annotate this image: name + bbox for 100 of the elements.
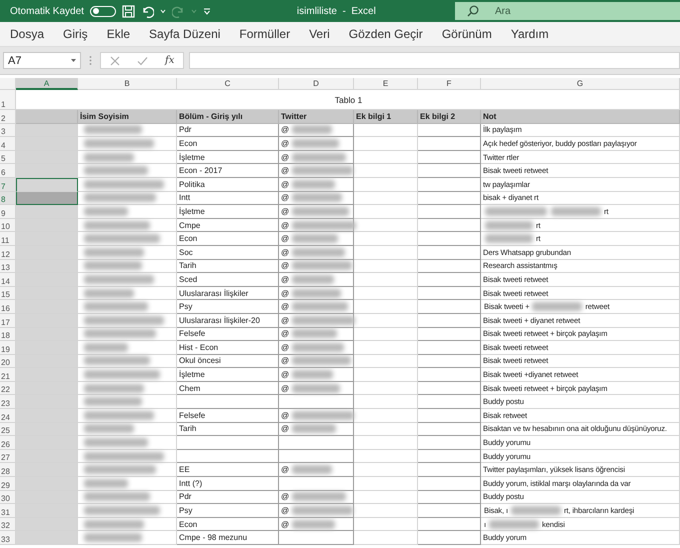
table-cell[interactable] bbox=[16, 192, 78, 206]
menu-tab[interactable]: Ekle bbox=[106, 27, 130, 41]
table-cell bbox=[354, 178, 418, 192]
table-cell: Pdr bbox=[179, 125, 192, 134]
row-header[interactable]: 17 bbox=[0, 314, 16, 328]
handle-prefix: @ bbox=[281, 261, 290, 270]
row-header[interactable]: 32 bbox=[0, 518, 16, 532]
table-cell[interactable] bbox=[16, 178, 78, 192]
column-header[interactable]: E bbox=[354, 78, 418, 90]
row-header[interactable]: 18 bbox=[0, 328, 16, 342]
handle-prefix: @ bbox=[281, 125, 290, 134]
row-header[interactable]: 12 bbox=[0, 246, 16, 260]
row-header[interactable]: 4 bbox=[0, 137, 16, 151]
row-header[interactable]: 7 bbox=[0, 178, 16, 192]
table-cell bbox=[354, 328, 418, 342]
row-header[interactable]: 22 bbox=[0, 382, 16, 396]
table-cell bbox=[418, 286, 481, 300]
table-cell: Econ bbox=[179, 520, 198, 529]
table-cell bbox=[354, 192, 418, 206]
handle-prefix: @ bbox=[281, 206, 290, 216]
select-all-corner[interactable] bbox=[0, 78, 16, 90]
table-cell: Uluslararası İlişkiler bbox=[179, 288, 248, 298]
grip-icon bbox=[89, 55, 92, 66]
handle-prefix: @ bbox=[281, 370, 290, 380]
row-header[interactable]: 20 bbox=[0, 354, 16, 368]
row-header[interactable]: 28 bbox=[0, 463, 16, 478]
row-header[interactable]: 13 bbox=[0, 260, 16, 274]
table-cell bbox=[354, 395, 418, 410]
menu-tab[interactable]: Formüller bbox=[239, 27, 290, 41]
table-cell bbox=[418, 463, 481, 478]
row-header[interactable]: 9 bbox=[0, 205, 16, 219]
row-header[interactable]: 14 bbox=[0, 273, 16, 287]
menu-tab[interactable]: Görünüm bbox=[442, 27, 492, 41]
row-header[interactable]: 33 bbox=[0, 531, 16, 545]
menu-tab[interactable]: Yardım bbox=[510, 27, 549, 41]
table-cell bbox=[354, 124, 418, 138]
table-cell bbox=[418, 531, 481, 545]
table-cell bbox=[354, 218, 418, 232]
table-cell bbox=[354, 246, 418, 260]
row-header[interactable]: 3 bbox=[0, 124, 16, 138]
table-cell bbox=[354, 490, 418, 504]
formula-input[interactable] bbox=[189, 52, 680, 69]
row-header[interactable]: 15 bbox=[0, 286, 16, 300]
handle-prefix: @ bbox=[281, 384, 290, 393]
handle-prefix: @ bbox=[281, 180, 290, 189]
row-header[interactable]: 27 bbox=[0, 450, 16, 464]
row-header[interactable]: 5 bbox=[0, 150, 16, 164]
cancel-icon[interactable] bbox=[110, 56, 120, 66]
menu-tab[interactable]: Dosya bbox=[10, 27, 44, 41]
row-header[interactable]: 19 bbox=[0, 341, 16, 355]
search-icon bbox=[467, 5, 479, 17]
name-box[interactable]: A7 bbox=[3, 52, 81, 69]
row-header[interactable]: 25 bbox=[0, 422, 16, 436]
table-cell: Psy bbox=[179, 506, 192, 516]
row-header[interactable]: 30 bbox=[0, 490, 16, 504]
handle-prefix: @ bbox=[281, 329, 290, 338]
redaction-blur bbox=[485, 206, 547, 216]
column-header[interactable]: A bbox=[16, 78, 78, 90]
menu-tab[interactable]: Sayfa Düzeni bbox=[149, 27, 220, 41]
row-header[interactable]: 21 bbox=[0, 368, 16, 382]
save-icon[interactable] bbox=[122, 4, 135, 18]
row-header[interactable]: 24 bbox=[0, 409, 16, 423]
row-header[interactable]: 11 bbox=[0, 232, 16, 246]
table-cell bbox=[354, 286, 418, 300]
menu-tab[interactable]: Veri bbox=[309, 27, 330, 41]
table-cell bbox=[418, 137, 481, 151]
menu-tab[interactable]: Gözden Geçir bbox=[348, 27, 423, 41]
caret-icon[interactable] bbox=[71, 59, 76, 62]
column-header[interactable]: C bbox=[177, 78, 279, 90]
row-header[interactable]: 1 bbox=[0, 90, 16, 110]
redaction-blur bbox=[485, 220, 533, 230]
table-cell bbox=[418, 341, 481, 355]
handle-prefix: @ bbox=[281, 193, 290, 202]
undo-icon[interactable] bbox=[140, 4, 154, 18]
column-header[interactable]: F bbox=[418, 78, 481, 90]
search-field[interactable]: Ara bbox=[455, 2, 680, 20]
row-header[interactable]: 31 bbox=[0, 504, 16, 518]
row-header[interactable]: 10 bbox=[0, 218, 16, 232]
table-cell bbox=[418, 178, 481, 192]
handle-prefix: @ bbox=[281, 465, 290, 474]
row-header[interactable]: 16 bbox=[0, 300, 16, 314]
customize-icon[interactable] bbox=[202, 7, 211, 15]
row-header[interactable]: 8 bbox=[0, 192, 16, 206]
menu-tab[interactable]: Giriş bbox=[63, 27, 88, 41]
table-cell bbox=[418, 273, 481, 287]
column-header[interactable]: B bbox=[78, 78, 177, 90]
row-header[interactable]: 6 bbox=[0, 164, 16, 178]
column-header[interactable]: D bbox=[279, 78, 354, 90]
row-header[interactable]: 26 bbox=[0, 436, 16, 450]
table-cell bbox=[354, 531, 418, 545]
column-header[interactable]: G bbox=[481, 78, 680, 90]
autosave-toggle[interactable] bbox=[90, 6, 116, 16]
column-title: Twitter bbox=[279, 110, 354, 124]
table-cell bbox=[418, 192, 481, 206]
row-header[interactable]: 23 bbox=[0, 395, 16, 410]
row-header[interactable]: 2 bbox=[0, 110, 16, 124]
row-header[interactable]: 29 bbox=[0, 477, 16, 491]
confirm-icon[interactable] bbox=[136, 56, 148, 66]
insert-function-button[interactable]: fx bbox=[165, 55, 174, 66]
handle-prefix: @ bbox=[281, 220, 290, 230]
